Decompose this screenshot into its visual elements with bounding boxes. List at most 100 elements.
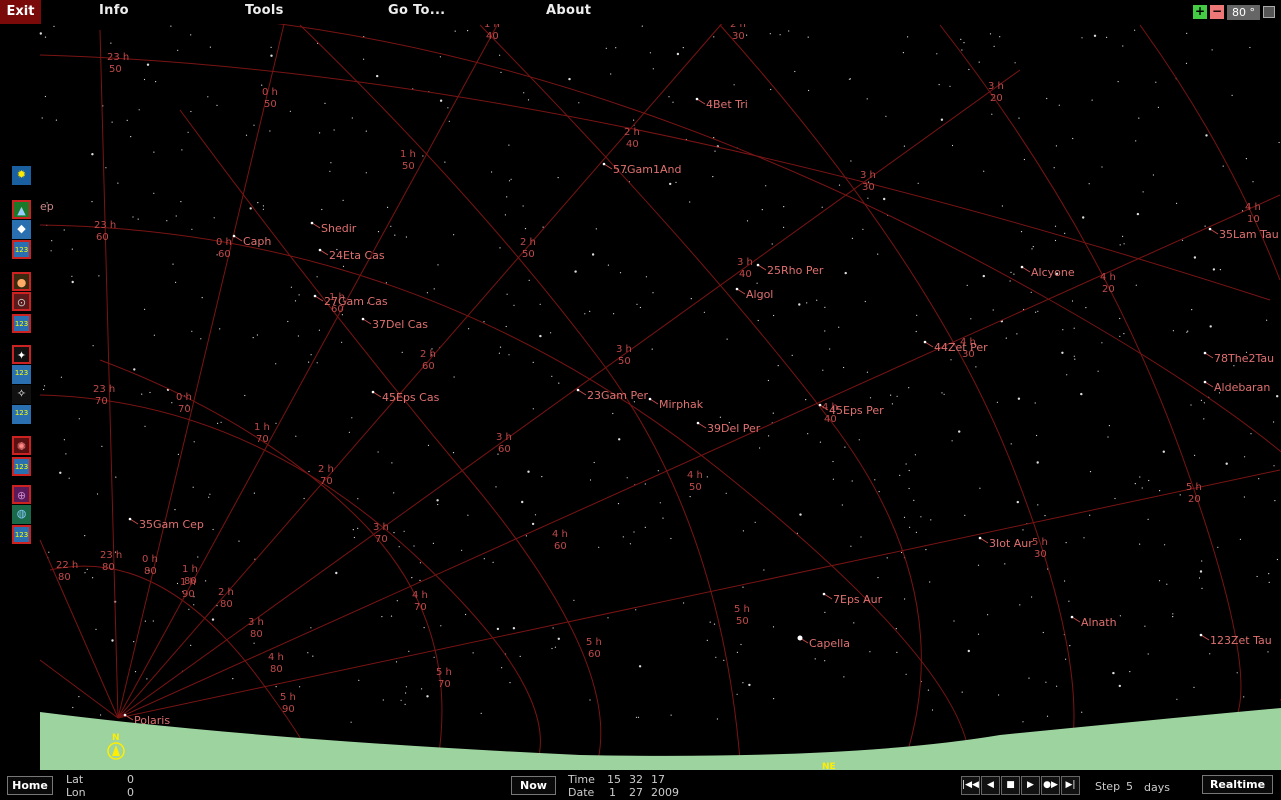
background-star [554, 646, 557, 648]
background-star [333, 129, 335, 131]
background-star [400, 699, 402, 701]
sky-map[interactable]: 23 h500 h501 h401 h502 h302 h402 h503 h2… [0, 0, 1281, 800]
step-value[interactable]: 5 [1126, 780, 1133, 793]
background-star [1136, 212, 1140, 216]
background-star [1203, 402, 1205, 404]
grid-label-ra: 4 h [268, 652, 284, 663]
background-star [1106, 36, 1108, 39]
constellation-icon[interactable]: ⊙ [12, 292, 31, 311]
step-back-icon[interactable]: ◀ [981, 776, 1000, 795]
grid-label-ra: 1 h [400, 149, 416, 160]
background-star [111, 121, 113, 123]
time-minutes[interactable]: 32 [629, 773, 643, 786]
grid-label-ra: 23 h [107, 52, 129, 63]
background-star [610, 73, 612, 75]
landscape-icon[interactable]: ▲ [12, 200, 31, 219]
background-star [773, 698, 775, 700]
background-star [877, 577, 879, 579]
home-button[interactable]: Home [7, 776, 53, 795]
background-star [551, 647, 553, 650]
date-year[interactable]: 2009 [651, 786, 679, 799]
menu-goto[interactable]: Go To... [388, 3, 445, 18]
menu-about[interactable]: About [546, 3, 591, 18]
background-star [1190, 404, 1192, 406]
background-star [975, 366, 977, 368]
grid-label-dec: 70 [320, 476, 333, 487]
background-star [1245, 158, 1247, 160]
background-star [1042, 631, 1044, 634]
background-star [657, 470, 659, 472]
background-star [324, 102, 326, 104]
earth-icon[interactable]: ◍ [12, 505, 31, 524]
background-star [393, 492, 395, 494]
time-hours[interactable]: 15 [607, 773, 621, 786]
date-day[interactable]: 1 [609, 786, 616, 799]
zoom-in-button[interactable]: + [1193, 5, 1207, 19]
sun-icon[interactable]: ✹ [12, 166, 31, 185]
menu-info[interactable]: Info [99, 3, 129, 18]
star-icon[interactable]: ✦ [12, 345, 31, 364]
ground-icon[interactable]: ◆ [12, 220, 31, 239]
background-star [528, 279, 530, 281]
background-star [212, 528, 214, 531]
background-star [316, 276, 318, 278]
realtime-button[interactable]: Realtime [1202, 775, 1273, 794]
zoom-out-button[interactable]: − [1210, 5, 1224, 19]
background-star [1273, 421, 1275, 423]
background-star [951, 144, 954, 147]
background-star [639, 306, 642, 309]
step-forward-icon[interactable]: ●▶ [1041, 776, 1060, 795]
background-star [508, 354, 510, 356]
background-star [742, 586, 744, 588]
background-star [798, 303, 801, 306]
background-star [1117, 81, 1119, 83]
number-icon[interactable]: 123 [12, 365, 31, 384]
time-seconds[interactable]: 17 [651, 773, 665, 786]
now-button[interactable]: Now [511, 776, 556, 795]
number-icon[interactable]: 123 [12, 405, 31, 424]
background-star [761, 209, 763, 211]
number-icon[interactable]: 123 [12, 525, 31, 544]
background-star [43, 388, 45, 391]
nebula-icon[interactable]: ✺ [12, 436, 31, 455]
background-star [982, 274, 985, 278]
exit-button[interactable]: Exit [0, 0, 41, 24]
background-star [539, 334, 542, 338]
background-star [706, 476, 708, 478]
number-icon[interactable]: 123 [12, 457, 31, 476]
forward-fast-icon[interactable]: ▶| [1061, 776, 1080, 795]
background-star [1073, 355, 1075, 357]
background-star [310, 627, 312, 629]
background-star [908, 469, 910, 472]
fullscreen-icon[interactable] [1263, 6, 1275, 18]
grid-icon[interactable]: ⊕ [12, 485, 31, 504]
background-star [532, 361, 534, 363]
grid-label-dec: 90 [182, 589, 195, 600]
star-names-icon[interactable]: ✧ [12, 385, 31, 404]
background-star [713, 623, 716, 625]
grid-label-dec: 70 [414, 602, 427, 613]
rewind-fast-icon[interactable]: |◀◀ [961, 776, 980, 795]
stop-icon[interactable]: ■ [1001, 776, 1020, 795]
planet-icon[interactable]: ● [12, 272, 31, 291]
background-star [41, 117, 43, 119]
number-icon[interactable]: 123 [12, 240, 31, 259]
background-star [287, 320, 289, 323]
background-star [757, 319, 759, 322]
background-star [676, 52, 680, 56]
background-star [1054, 239, 1057, 242]
background-star [651, 348, 653, 350]
date-month[interactable]: 27 [629, 786, 643, 799]
background-star [598, 546, 600, 548]
background-star [318, 329, 320, 331]
play-icon[interactable]: ▶ [1021, 776, 1040, 795]
menu-tools[interactable]: Tools [245, 3, 284, 18]
number-icon[interactable]: 123 [12, 314, 31, 333]
background-star [896, 395, 898, 397]
background-star [426, 695, 429, 698]
background-star [1205, 134, 1208, 137]
star-name-label: Algol [746, 288, 773, 301]
background-star [398, 546, 400, 548]
background-star [472, 652, 474, 654]
background-star [659, 502, 661, 504]
